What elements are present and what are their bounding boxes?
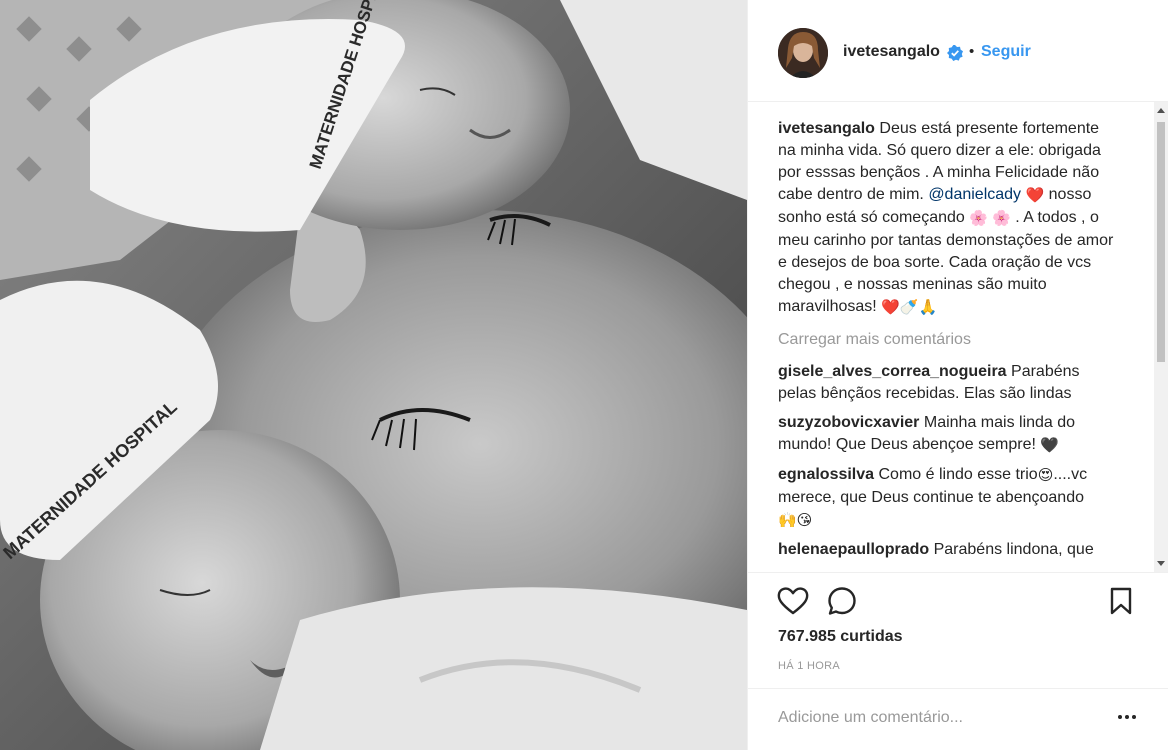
comment-emoji-end: 🙌😘 [778,512,813,529]
verified-badge-icon [947,45,963,61]
post-details-panel: ivetesangalo • Seguir ivetesangalo Deus … [747,0,1168,750]
post-timestamp[interactable]: HÁ 1 HORA [778,660,840,672]
caption: ivetesangalo Deus está presente fortemen… [778,118,1118,319]
comment-username-link[interactable]: gisele_alves_correa_nogueira [778,363,1007,380]
comments-scrollbar[interactable] [1154,102,1168,572]
caption-emoji-end: ❤️🍼🙏 [881,299,938,316]
caption-emoji-flowers: 🌸 🌸 [969,210,1011,227]
comment-item: egnalossilva Como é lindo esse trio😍....… [778,464,1118,532]
scrollbar-thumb[interactable] [1157,122,1165,362]
comment-emoji: 🖤 [1040,437,1060,454]
caption-emoji-heart: ❤️ [1025,187,1045,204]
heart-icon[interactable] [777,586,809,616]
ellipsis-icon[interactable] [1118,715,1136,721]
comment-text: Como é lindo esse trio [878,466,1038,483]
comment-item: gisele_alves_correa_nogueira Parabéns pe… [778,361,1118,405]
header-separator: • [969,43,975,60]
add-comment-section [748,688,1168,750]
likes-count[interactable]: 767.985 curtidas [778,628,903,646]
comment-emoji: 😍 [1037,467,1054,484]
comments-list[interactable]: ivetesangalo Deus está presente fortemen… [778,118,1118,574]
avatar[interactable] [778,28,828,78]
add-comment-input[interactable] [778,709,1098,727]
comment-bubble-icon[interactable] [827,586,857,616]
post-photo[interactable]: MATERNIDADE HOSPITAL MATERNIDADE HOSPITA… [0,0,747,750]
comment-username-link[interactable]: suzyzobovicxavier [778,414,919,431]
comment-text: Parabéns lindona, que [933,541,1094,558]
caption-mention-link[interactable]: @danielcady [928,186,1021,203]
comment-item: suzyzobovicxavier Mainha mais linda do m… [778,412,1118,457]
load-more-comments-button[interactable]: Carregar mais comentários [778,329,1118,351]
follow-button[interactable]: Seguir [981,43,1031,61]
header-username-link[interactable]: ivetesangalo [843,43,940,61]
scroll-up-arrow-icon[interactable] [1157,108,1165,113]
bookmark-icon[interactable] [1108,587,1134,615]
scroll-down-arrow-icon[interactable] [1157,561,1165,566]
caption-username-link[interactable]: ivetesangalo [778,120,875,137]
comment-username-link[interactable]: egnalossilva [778,466,874,483]
post-header: ivetesangalo • Seguir [748,0,1168,102]
comment-item: helenaepaulloprado Parabéns lindona, que [778,539,1118,561]
comment-username-link[interactable]: helenaepaulloprado [778,541,929,558]
actions-divider [748,572,1168,573]
